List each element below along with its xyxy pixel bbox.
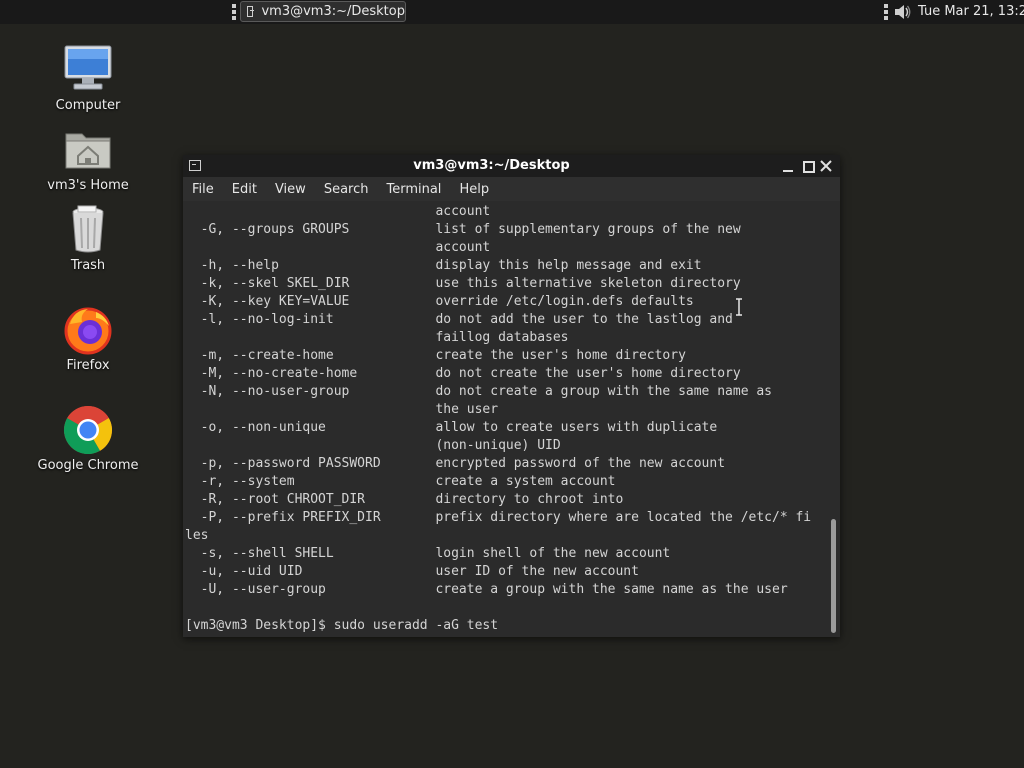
terminal-title-bar[interactable]: vm3@vm3:~/Desktop: [183, 155, 840, 177]
menu-view[interactable]: View: [266, 182, 315, 197]
terminal-window[interactable]: vm3@vm3:~/Desktop File Edit View Search …: [183, 155, 840, 637]
computer-icon: [64, 45, 112, 90]
terminal-line: the user: [185, 402, 499, 417]
terminal-line: -N, --no-user-group do not create a grou…: [185, 384, 772, 399]
desktop-icon-chrome[interactable]: Google Chrome: [36, 404, 140, 473]
desktop-icon-label: vm3's Home: [47, 178, 129, 193]
terminal-line: -o, --non-unique allow to create users w…: [185, 420, 718, 435]
desktop-icon-label: Trash: [70, 258, 106, 273]
trash-icon: [72, 205, 104, 253]
terminal-menu-bar: File Edit View Search Terminal Help: [183, 177, 840, 201]
terminal-line: les: [185, 528, 209, 543]
text-cursor-icon: [736, 298, 742, 316]
terminal-icon: [247, 6, 255, 17]
chrome-icon: [63, 405, 113, 455]
terminal-line: -u, --uid UID user ID of the new account: [185, 564, 639, 579]
terminal-line: -h, --help display this help message and…: [185, 258, 702, 273]
menu-edit[interactable]: Edit: [223, 182, 266, 197]
terminal-line: -p, --password PASSWORD encrypted passwo…: [185, 456, 726, 471]
maximize-button[interactable]: [800, 158, 816, 174]
terminal-output[interactable]: account -G, --groups GROUPS list of supp…: [183, 201, 826, 637]
terminal-line: -m, --create-home create the user's home…: [185, 348, 686, 363]
volume-icon[interactable]: [892, 2, 912, 22]
terminal-line: -K, --key KEY=VALUE override /etc/login.…: [185, 294, 694, 309]
terminal-line: -G, --groups GROUPS list of supplementar…: [185, 222, 741, 237]
menu-help[interactable]: Help: [450, 182, 498, 197]
clock[interactable]: Tue Mar 21, 13:21: [918, 4, 1024, 19]
firefox-icon: [64, 307, 112, 355]
minimize-button[interactable]: [780, 158, 796, 174]
desktop-icon-label: Computer: [55, 98, 121, 113]
desktop-icon-firefox[interactable]: Firefox: [36, 304, 140, 373]
top-panel: vm3@vm3:~/Desktop Tue Mar 21, 13:21: [0, 0, 1024, 24]
terminal-line: -M, --no-create-home do not create the u…: [185, 366, 741, 381]
terminal-line: account: [185, 240, 491, 255]
desktop-icon-computer[interactable]: Computer: [36, 44, 140, 113]
taskbar-terminal-button[interactable]: vm3@vm3:~/Desktop: [240, 1, 406, 22]
home-folder-icon: [65, 133, 111, 169]
terminal-line: -P, --prefix PREFIX_DIR prefix directory…: [185, 510, 812, 525]
terminal-line: account: [185, 204, 491, 219]
panel-grip-left[interactable]: [232, 4, 236, 20]
menu-search[interactable]: Search: [315, 182, 378, 197]
terminal-scrollbar[interactable]: [826, 201, 840, 637]
terminal-line: faillog databases: [185, 330, 569, 345]
terminal-line: -U, --user-group create a group with the…: [185, 582, 788, 597]
terminal-line: -k, --skel SKEL_DIR use this alternative…: [185, 276, 741, 291]
menu-file[interactable]: File: [183, 182, 223, 197]
terminal-line: -s, --shell SHELL login shell of the new…: [185, 546, 671, 561]
terminal-line: -r, --system create a system account: [185, 474, 616, 489]
terminal-line: -l, --no-log-init do not add the user to…: [185, 312, 733, 327]
terminal-line: (non-unique) UID: [185, 438, 561, 453]
terminal-prompt-line[interactable]: [vm3@vm3 Desktop]$ sudo useradd -aG test: [185, 617, 498, 635]
scrollbar-thumb[interactable]: [831, 519, 836, 633]
menu-terminal[interactable]: Terminal: [377, 182, 450, 197]
terminal-window-title: vm3@vm3:~/Desktop: [413, 158, 570, 173]
desktop-icon-trash[interactable]: Trash: [36, 204, 140, 273]
terminal-line: -R, --root CHROOT_DIR directory to chroo…: [185, 492, 624, 507]
desktop-icon-label: Firefox: [66, 358, 110, 373]
desktop-icon-label: Google Chrome: [37, 458, 139, 473]
desktop-icon-home[interactable]: vm3's Home: [36, 124, 140, 193]
taskbar-terminal-label: vm3@vm3:~/Desktop: [261, 4, 405, 19]
close-button[interactable]: [818, 158, 834, 174]
panel-grip-right[interactable]: [884, 4, 888, 20]
